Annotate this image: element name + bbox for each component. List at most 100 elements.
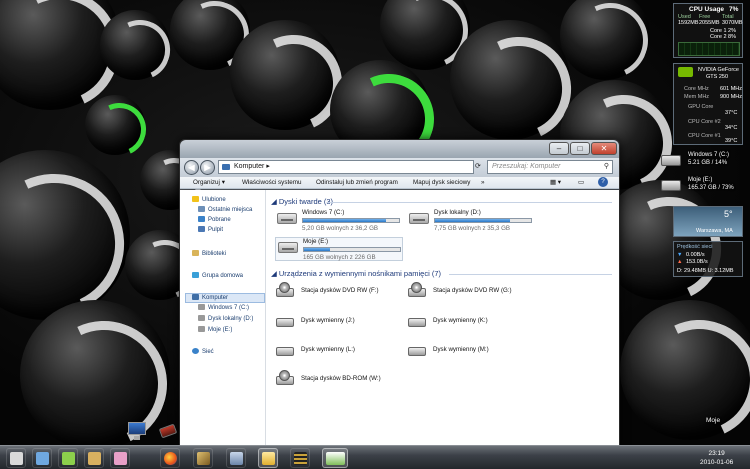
drive-free-space: 5,20 GB wolnych z 36,2 GB [302, 225, 379, 232]
forward-button[interactable]: ▶ [200, 160, 215, 175]
taskbar-app-1[interactable] [6, 448, 26, 468]
cpu-graph [678, 42, 740, 56]
taskbar-app-2[interactable] [32, 448, 52, 468]
more-commands-button[interactable]: » [481, 178, 485, 188]
navigation-bar: ◀ ▶ Komputer ▸ ⟳ Przeszukaj: Komputer ⚲ [180, 158, 619, 177]
wallpaper-sphere [450, 20, 570, 140]
clock[interactable]: 23:19 2010-01-06 [700, 449, 733, 467]
nav-libraries[interactable]: Biblioteki [192, 250, 226, 258]
weather-city: Warszawa, MA [696, 228, 733, 234]
bd-rom-drive-icon [275, 370, 295, 386]
nav-network[interactable]: Sieć [192, 348, 214, 356]
desktop-icon-moje[interactable]: Moje [706, 417, 720, 424]
taskbar-app-5[interactable] [110, 448, 130, 468]
removable-device-w[interactable]: Stacja dysków BD-ROM (W:) [275, 370, 403, 394]
drive-gadget-name: Moje (E:) [688, 177, 713, 183]
address-bar[interactable]: Komputer ▸ [218, 160, 474, 174]
maximize-button[interactable]: □ [570, 142, 590, 155]
nav-desktop[interactable]: Pulpit [198, 226, 223, 234]
network-totals: D: 29.48MB U: 3.12MB [677, 268, 734, 274]
nav-favorites[interactable]: Ulubione [192, 196, 226, 204]
taskbar-calculator[interactable] [226, 448, 246, 468]
computer-icon [222, 164, 230, 170]
nav-drive-d[interactable]: Dysk lokalny (D:) [198, 315, 253, 323]
tool-icon [197, 452, 210, 465]
change-view-icon[interactable]: ▦ ▾ [550, 178, 561, 188]
cpu-mem-free: 2055MB [699, 20, 720, 26]
removable-device-j[interactable]: Dysk wymienny (J:) [275, 312, 403, 336]
taskbar-firefox[interactable] [160, 448, 180, 468]
desktop-icon-drive[interactable] [158, 420, 180, 442]
hard-drive-icon [278, 242, 298, 253]
removable-device-f[interactable]: Stacja dysków DVD RW (F:) [275, 282, 403, 306]
nav-label: Sieć [202, 349, 214, 355]
drive-tile-e[interactable]: Moje (E:) 165 GB wolnych z 226 GB [275, 237, 403, 261]
gpu-row-value: 37°C [725, 110, 738, 116]
search-icon: ⚲ [603, 163, 609, 170]
window-icon [62, 452, 75, 465]
weather-gadget[interactable]: 5° Warszawa, MA [673, 206, 743, 237]
removable-device-l[interactable]: Dysk wymienny (L:) [275, 341, 403, 365]
gpu-row-value: 601 MHz [720, 86, 743, 92]
device-name: Stacja dysków DVD RW (G:) [433, 287, 512, 294]
drive-usage-fill [303, 219, 386, 222]
window-titlebar[interactable]: – □ ✕ [180, 140, 619, 158]
network-up-icon: ▲ [677, 259, 683, 265]
nav-computer[interactable]: Komputer [185, 293, 265, 303]
network-gadget-title: Prędkość sieci [677, 244, 713, 250]
cpu-percent: 7% [729, 6, 739, 13]
nav-label: Dysk lokalny (D:) [208, 316, 254, 322]
nav-downloads[interactable]: Pobrane [198, 216, 231, 224]
taskbar-app-7[interactable] [193, 448, 213, 468]
cpu-gadget-title: CPU Usage [689, 6, 725, 13]
taskbar-explorer[interactable] [258, 448, 278, 468]
removable-device-g[interactable]: Stacja dysków DVD RW (G:) [407, 282, 535, 306]
taskbar-app-3[interactable] [58, 448, 78, 468]
address-chevron-icon: ▸ [266, 163, 270, 170]
organize-button[interactable]: Organizuj ▾ [193, 178, 225, 188]
homegroup-icon [192, 272, 199, 278]
group-header-removable[interactable]: ◢ Urządzenia z wymiennymi nośnikami pami… [271, 269, 441, 278]
nav-drive-e[interactable]: Moje (E:) [198, 326, 232, 334]
nav-drive-c[interactable]: Windows 7 (C:) [198, 304, 249, 312]
command-toolbar: Organizuj ▾ Właściwości systemu Odinstal… [180, 177, 619, 189]
preview-pane-icon[interactable]: ▭ [578, 178, 584, 188]
window-icon [10, 452, 23, 465]
taskbar-app-11[interactable] [322, 448, 348, 468]
help-icon[interactable]: ? [598, 177, 608, 187]
gpu-gadget[interactable]: NVIDIA GeForce GTS 250 Core MHz 601 MHz … [673, 63, 743, 145]
drive-free-space: 7,75 GB wolnych z 35,3 GB [434, 225, 511, 232]
taskbar-app-4[interactable] [84, 448, 104, 468]
uninstall-program-button[interactable]: Odinstaluj lub zmień program [316, 178, 398, 188]
taskbar-media[interactable] [290, 448, 310, 468]
desktop-icon-computer[interactable] [126, 420, 154, 442]
minimize-button[interactable]: – [549, 142, 569, 155]
cpu-core-2: Core 2 8% [710, 34, 736, 40]
nav-recent-places[interactable]: Ostatnie miejsca [198, 206, 252, 214]
refresh-button[interactable]: ⟳ [475, 160, 485, 174]
close-button[interactable]: ✕ [591, 142, 617, 155]
system-properties-button[interactable]: Właściwości systemu [242, 178, 301, 188]
nav-label: Moje (E:) [208, 327, 233, 333]
nav-label: Windows 7 (C:) [208, 305, 250, 311]
wallpaper-sphere [85, 95, 145, 155]
firefox-icon [164, 452, 177, 465]
removable-device-m[interactable]: Dysk wymienny (M:) [407, 341, 535, 365]
network-speed-gadget[interactable]: Prędkość sieci ▼ 0.00B/s ▲ 153.0B/s D: 2… [673, 241, 743, 277]
drive-tile-d[interactable]: Dysk lokalny (D:) 7,75 GB wolnych z 35,3… [407, 209, 535, 233]
clock-date: 2010-01-06 [700, 459, 734, 466]
nav-homegroup[interactable]: Grupa domowa [192, 272, 243, 280]
group-header-hard-drives[interactable]: ◢ Dyski twarde (3) [271, 197, 333, 206]
search-input[interactable]: Przeszukaj: Komputer ⚲ [487, 160, 613, 174]
cpu-usage-gadget[interactable]: CPU Usage 7% Used Free Total 1592MB 2055… [673, 3, 743, 58]
explorer-window: – □ ✕ ◀ ▶ Komputer ▸ ⟳ Przeszukaj: Kompu… [179, 139, 620, 445]
collapse-chevron-icon: ◢ [271, 197, 279, 206]
map-network-drive-button[interactable]: Mapuj dysk sieciowy [413, 178, 470, 188]
computer-stand [134, 436, 140, 440]
removable-device-k[interactable]: Dysk wymienny (K:) [407, 312, 535, 336]
explorer-content: Ulubione Ostatnie miejsca Pobrane Pulpit… [180, 190, 619, 445]
back-button[interactable]: ◀ [184, 160, 199, 175]
window-thumbnail-icon [326, 452, 345, 465]
hard-drive-icon [409, 213, 429, 224]
drive-tile-c[interactable]: Windows 7 (C:) 5,20 GB wolnych z 36,2 GB [275, 209, 403, 233]
